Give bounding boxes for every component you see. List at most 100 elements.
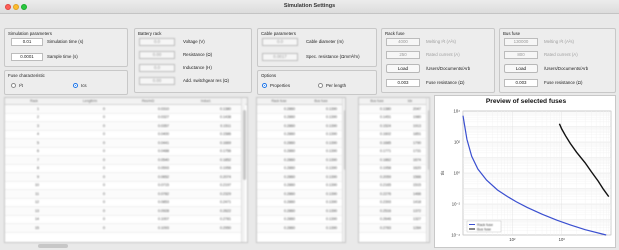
table-row[interactable]: 0.1602 1851: [359, 131, 427, 139]
table-row[interactable]: 0.1685 1790: [359, 139, 427, 148]
table-cell: 1674: [413, 157, 421, 162]
table-row[interactable]: 0.2393 1418: [359, 199, 427, 207]
voltage-input[interactable]: 0.0: [139, 38, 175, 46]
per-length-radio[interactable]: [318, 83, 323, 88]
spec-resistance-label: Spec. resistance (Ωmm²/m): [306, 54, 360, 59]
table-row[interactable]: 3 0 0.0357 0.1511: [5, 122, 245, 131]
rack-table[interactable]: Rack Length/m Res/mΩ Induct. 1 0 0.0310 0.1…: [4, 97, 248, 243]
table-cell: 15: [35, 225, 39, 230]
table-row[interactable]: 0.2276 1466: [359, 190, 427, 199]
rack-load-button[interactable]: Load: [386, 64, 420, 73]
table-row[interactable]: 0.2860 0.1390: [257, 207, 343, 216]
table-row[interactable]: 14 0 0.1007 0.2781: [5, 216, 245, 224]
column-header[interactable]: Rack: [9, 99, 59, 104]
table-row[interactable]: 0.2860 0.1390: [257, 105, 343, 114]
table-row[interactable]: 0.2860 0.1390: [257, 139, 343, 148]
table-row[interactable]: 0.1958 1620: [359, 165, 427, 173]
cable-diameter-input[interactable]: 0.0: [262, 38, 298, 46]
rack-fuse-resistance-label: Fuse resistance (Ω): [426, 80, 465, 85]
table-row[interactable]: 0.2516 1372: [359, 207, 427, 216]
table-row[interactable]: 0.2165 1515: [359, 182, 427, 190]
rack-rated-current-input[interactable]: 250: [386, 51, 420, 59]
table-row[interactable]: 0.2860 0.1390: [257, 114, 343, 122]
table-row[interactable]: 0.2860 0.1390: [257, 122, 343, 131]
sample-time-input[interactable]: 0.0001: [11, 53, 43, 61]
table-row[interactable]: 12 0 0.0853 0.2471: [5, 199, 245, 207]
table-row[interactable]: 0.2860 0.1390: [257, 165, 343, 173]
rack-melting-input[interactable]: 4000: [386, 38, 420, 46]
table-row[interactable]: 0.2860 0.1390: [257, 216, 343, 224]
bus-table[interactable]: Bus fuse Idx 0.1380 2047 0.1451 1980 0.1524 1…: [358, 97, 430, 243]
table-row[interactable]: 0.2860 0.1390: [257, 156, 343, 165]
fuse-table-scroll-thumb[interactable]: [343, 110, 345, 170]
table-row[interactable]: 0.1380 2047: [359, 105, 427, 114]
battery-rack-title: Battery rack: [138, 31, 162, 36]
simulation-time-input[interactable]: 0.01: [11, 38, 43, 46]
inductance-input[interactable]: 0.0: [139, 64, 175, 72]
column-header[interactable]: Idx: [395, 99, 425, 104]
table-row[interactable]: 0.1451 1980: [359, 114, 427, 122]
table-row[interactable]: 0.2860 0.1390: [257, 182, 343, 190]
table-cell: 0.1390: [326, 208, 337, 213]
table-row[interactable]: 0.1862 1674: [359, 156, 427, 165]
column-header[interactable]: Bus fuse: [361, 99, 393, 104]
table-row[interactable]: 0.2059 1566: [359, 173, 427, 182]
switchgear-resistance-input[interactable]: 0.00: [139, 77, 175, 85]
table-row[interactable]: 0.1771 1731: [359, 148, 427, 156]
table-row[interactable]: 8 0 0.0593 0.1956: [5, 165, 245, 173]
table-cell: 0: [103, 191, 105, 196]
table-row[interactable]: 2 0 0.0327 0.1438: [5, 114, 245, 122]
table-row[interactable]: 0.2860 0.1390: [257, 199, 343, 207]
rack-table-hscroll-thumb[interactable]: [38, 244, 68, 248]
table-row[interactable]: 0.2783 1284: [359, 224, 427, 233]
bus-table-scroll-thumb[interactable]: [427, 110, 429, 170]
table-row[interactable]: 7 0 0.0540 0.1852: [5, 156, 245, 165]
bus-fuse-path: /Users/Documents/Arb: [544, 66, 589, 71]
fuse-char-ics-radio[interactable]: [73, 83, 78, 88]
switchgear-resistance-label: Add. switchgear res (Ω): [183, 78, 229, 83]
table-row[interactable]: 1 0 0.0310 0.1380: [5, 105, 245, 114]
table-cell: 0.0488: [158, 149, 169, 153]
table-row[interactable]: 0.2860 0.1390: [257, 173, 343, 182]
table-row[interactable]: 9 0 0.0652 0.2074: [5, 173, 245, 182]
table-row[interactable]: 0.1524 1913: [359, 122, 427, 131]
table-row[interactable]: 4 0 0.0400 0.1586: [5, 131, 245, 139]
properties-radio[interactable]: [262, 83, 267, 88]
fuse-table[interactable]: Rack fuse Bus fuse 0.2860 0.1390 0.2860 0.1…: [256, 97, 346, 243]
rack-rated-current-label: Rated current (A): [426, 52, 460, 57]
table-cell: 0.1756: [220, 149, 231, 153]
bus-melting-input[interactable]: 130000: [504, 38, 538, 46]
table-row[interactable]: 0.2646 1327: [359, 216, 427, 224]
table-row[interactable]: 0.2860 0.1390: [257, 190, 343, 199]
column-header[interactable]: Res/mΩ: [123, 99, 173, 104]
x-tick-label: 10²: [509, 237, 516, 242]
bus-table-scrollbar[interactable]: [426, 98, 429, 242]
bus-load-button[interactable]: Load: [504, 64, 538, 73]
column-header[interactable]: Rack fuse: [259, 99, 299, 104]
bus-table-header: Bus fuse Idx: [359, 98, 429, 105]
table-row[interactable]: 0.2860 0.1390: [257, 224, 343, 233]
table-row[interactable]: 6 0 0.0488 0.1756: [5, 148, 245, 156]
table-cell: 0.2622: [220, 208, 231, 213]
table-cell: 0.2860: [284, 106, 295, 111]
table-row[interactable]: 0.2860 0.1390: [257, 148, 343, 156]
table-row[interactable]: 15 0 0.1093 0.2950: [5, 224, 245, 233]
fuse-table-scrollbar[interactable]: [342, 98, 345, 242]
column-header[interactable]: Bus fuse: [301, 99, 341, 104]
table-row[interactable]: 13 0 0.0928 0.2622: [5, 207, 245, 216]
rack-table-scrollbar[interactable]: [241, 98, 246, 242]
rack-table-scroll-thumb[interactable]: [242, 110, 246, 180]
resistance-input[interactable]: 0.00: [139, 51, 175, 59]
column-header[interactable]: Length/m: [65, 99, 115, 104]
spec-resistance-input[interactable]: 0.0017: [262, 53, 298, 61]
table-row[interactable]: 11 0 0.0782 0.2329: [5, 190, 245, 199]
bus-rated-current-input[interactable]: 800: [504, 51, 538, 59]
table-row[interactable]: 5 0 0.0441 0.1669: [5, 139, 245, 148]
table-cell: 0.2860: [284, 115, 295, 119]
bus-fuse-resistance-input[interactable]: 0.003: [504, 79, 538, 87]
fuse-char-i2t-radio[interactable]: [11, 83, 16, 88]
table-row[interactable]: 0.2860 0.1390: [257, 131, 343, 139]
table-row[interactable]: 10 0 0.0715 0.2197: [5, 182, 245, 190]
column-header[interactable]: Induct.: [181, 99, 231, 104]
rack-fuse-resistance-input[interactable]: 0.003: [386, 79, 420, 87]
